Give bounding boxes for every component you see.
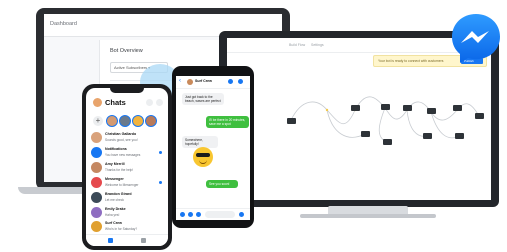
chat-preview: You have new messages xyxy=(105,152,141,157)
chat-preview: Who's in for Saturday? xyxy=(105,226,138,231)
avatar xyxy=(91,192,102,203)
flow-node[interactable] xyxy=(475,113,484,119)
like-icon[interactable] xyxy=(239,212,244,217)
people-tab-icon[interactable] xyxy=(141,238,146,243)
avatar xyxy=(91,132,102,143)
flow-node[interactable] xyxy=(381,104,390,110)
avatar xyxy=(91,207,102,218)
story-avatar[interactable] xyxy=(132,115,144,127)
gallery-icon[interactable] xyxy=(196,212,201,217)
unread-dot xyxy=(159,151,162,154)
story-avatar[interactable] xyxy=(145,115,157,127)
panel-title: Bot Overview xyxy=(110,48,143,54)
chat-name: Amy Merrill xyxy=(105,162,125,166)
conversation-header: ‹ Surf Crew xyxy=(176,76,250,89)
incoming-message: Just got back to the beach, waves are pe… xyxy=(182,93,224,105)
chats-screen: Chats + Christian Gallardo Sounds good, … xyxy=(86,88,168,246)
list-item[interactable]: Surf Crew Who's in for Saturday? xyxy=(91,220,165,235)
flow-node[interactable] xyxy=(287,118,296,124)
story-avatar[interactable] xyxy=(106,115,118,127)
outgoing-message: I'll be there in 20 minutes, save me a s… xyxy=(206,116,249,128)
flow-node[interactable] xyxy=(403,105,412,111)
compose-icon[interactable] xyxy=(156,99,163,106)
back-arrow-icon[interactable]: ‹ xyxy=(179,78,181,84)
camera-icon[interactable] xyxy=(146,99,153,106)
flow-node[interactable] xyxy=(351,105,360,111)
list-item[interactable]: Brandon Girard Let me check xyxy=(91,191,165,206)
chat-tab-icon[interactable] xyxy=(108,238,113,243)
messenger-bolt-icon xyxy=(452,14,500,63)
video-icon[interactable] xyxy=(238,79,243,84)
flow-node[interactable] xyxy=(427,108,436,114)
story-avatar[interactable] xyxy=(119,115,131,127)
chat-name: Surf Crew xyxy=(105,221,122,225)
more-icon[interactable] xyxy=(180,212,185,217)
chat-name: Messenger xyxy=(105,177,124,181)
chat-name: Christian Gallardo xyxy=(105,132,137,136)
list-item[interactable]: Amy Merrill Thanks for the help! xyxy=(91,161,165,176)
monitor-foot xyxy=(300,214,436,218)
chat-name: Emily Drake xyxy=(105,207,126,211)
flow-node[interactable] xyxy=(361,131,370,137)
incoming-message: Somewhere, hopefully! xyxy=(182,136,218,148)
conversation-screen: ‹ Surf Crew Just got back to the beach, … xyxy=(176,76,250,220)
chat-preview: Thanks for the help! xyxy=(105,167,134,172)
avatar xyxy=(91,221,102,232)
flow-node[interactable] xyxy=(455,133,464,139)
avatar xyxy=(91,177,102,188)
flow-node[interactable] xyxy=(423,133,432,139)
chat-preview: Haha yes! xyxy=(105,212,120,217)
sunglasses-emoji-icon xyxy=(193,147,213,167)
avatar xyxy=(91,147,102,158)
list-item[interactable]: Christian Gallardo Sounds good, see you! xyxy=(91,131,165,146)
list-item[interactable]: Notifications You have new messages xyxy=(91,146,165,161)
chat-preview: Sounds good, see you! xyxy=(105,137,138,142)
list-item[interactable]: Emily Drake Haha yes! xyxy=(91,206,165,221)
chat-name: Brandon Girard xyxy=(105,192,132,196)
unread-dot xyxy=(159,181,162,184)
camera-icon[interactable] xyxy=(188,212,193,217)
avatar[interactable] xyxy=(93,98,102,107)
chat-name: Notifications xyxy=(105,147,127,151)
app-title: Dashboard xyxy=(50,21,77,27)
message-input[interactable] xyxy=(205,211,235,218)
flow-node[interactable] xyxy=(453,105,462,111)
outgoing-message: See you soon! xyxy=(206,180,238,188)
avatar xyxy=(91,162,102,173)
flow-node[interactable] xyxy=(383,139,392,145)
smile-shape xyxy=(199,160,207,164)
chat-preview: Welcome to Messenger xyxy=(105,182,139,187)
list-item[interactable]: Messenger Welcome to Messenger xyxy=(91,176,165,191)
phone-icon[interactable] xyxy=(228,79,233,84)
chat-preview: Let me check xyxy=(105,197,124,202)
composer-bar xyxy=(176,208,250,220)
bottom-tab-bar xyxy=(86,234,168,246)
add-story-button[interactable]: + xyxy=(93,116,103,126)
page-title: Chats xyxy=(105,98,126,107)
contact-name: Surf Crew xyxy=(195,79,212,83)
sunglasses-shape xyxy=(196,153,210,157)
phone-notch xyxy=(110,88,144,93)
avatar xyxy=(187,79,193,85)
